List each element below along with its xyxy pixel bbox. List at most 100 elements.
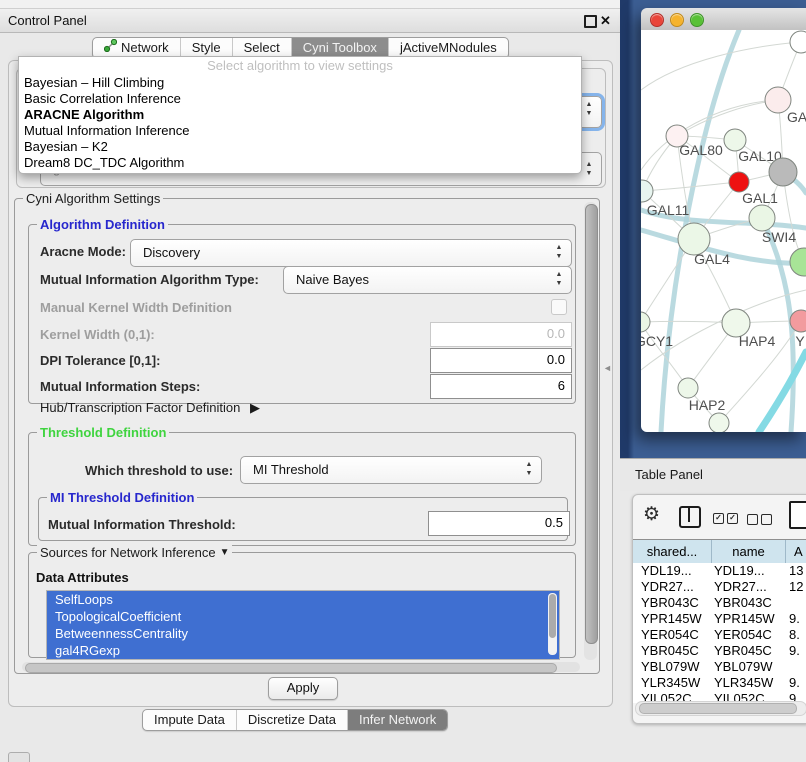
minimize-traffic-light-icon[interactable]: [670, 13, 684, 27]
tab-network[interactable]: Network: [93, 38, 180, 58]
stepper-icon[interactable]: ▲▼: [583, 100, 595, 118]
aracne-mode-combo[interactable]: Discovery ▲▼: [130, 239, 572, 267]
dpi-tolerance-label: DPI Tolerance [0,1]:: [40, 353, 160, 368]
table-row[interactable]: YPR145WYPR145W9.: [633, 611, 806, 627]
attribute-list-item[interactable]: TopologicalCoefficient: [47, 608, 559, 625]
column-header-clipped[interactable]: A: [786, 540, 806, 563]
dpi-tolerance-field[interactable]: 0.0: [430, 348, 572, 373]
tab-jactivemnodules[interactable]: jActiveMNodules: [388, 38, 508, 58]
zoom-traffic-light-icon[interactable]: [690, 13, 704, 27]
tab-select[interactable]: Select: [232, 38, 291, 58]
network-window-titlebar[interactable]: [641, 8, 806, 31]
network-node[interactable]: [790, 31, 806, 53]
network-view-window[interactable]: GALGAL80GAL10GAL1GAL11SWI4GAL4GCY1HAP4YH…: [641, 8, 806, 432]
algorithm-option[interactable]: Basic Correlation Inference: [19, 91, 581, 107]
stepper-icon[interactable]: ▲▼: [553, 243, 565, 261]
node-label: GAL1: [742, 190, 778, 206]
attribute-list-item[interactable]: SelfLoops: [47, 591, 559, 608]
network-canvas-svg: GALGAL80GAL10GAL1GAL11SWI4GAL4GCY1HAP4YH…: [641, 30, 806, 432]
table-cell: 9.: [784, 675, 806, 691]
settings-horizontal-thumb[interactable]: [25, 663, 557, 673]
network-node[interactable]: [749, 205, 775, 231]
table-cell: YLR345W: [633, 675, 711, 691]
apply-button[interactable]: Apply: [268, 677, 338, 700]
table-row[interactable]: YDR27...YDR27...12: [633, 579, 806, 595]
network-canvas[interactable]: GALGAL80GAL10GAL1GAL11SWI4GAL4GCY1HAP4YH…: [641, 30, 806, 432]
expanded-arrow-icon[interactable]: ▼: [220, 545, 230, 560]
node-table: shared... name A: [633, 539, 806, 564]
tab-infer-network[interactable]: Infer Network: [347, 710, 447, 730]
network-node[interactable]: [790, 248, 806, 276]
table-horizontal-thumb[interactable]: [639, 703, 797, 714]
table-panel-titlebar: Table Panel: [620, 458, 806, 491]
stepper-icon[interactable]: ▲▼: [553, 270, 565, 288]
close-traffic-light-icon[interactable]: [650, 13, 664, 27]
node-label: HAP4: [739, 333, 776, 349]
table-cell: YER054C: [633, 627, 711, 643]
column-header-shared-name[interactable]: shared...: [633, 540, 712, 563]
algorithm-option[interactable]: Mutual Information Inference: [19, 123, 581, 139]
mi-type-label: Mutual Information Algorithm Type:: [40, 272, 259, 287]
collapsed-arrow-icon[interactable]: ▶: [250, 400, 260, 415]
algorithm-option[interactable]: Bayesian – Hill Climbing: [19, 75, 581, 91]
deselect-all-box-icon[interactable]: [761, 514, 772, 525]
table-row[interactable]: YLR345WYLR345W9.: [633, 675, 806, 691]
column-header-name[interactable]: name: [712, 540, 786, 563]
manual-kernel-checkbox[interactable]: [551, 299, 567, 315]
document-icon[interactable]: [789, 501, 806, 529]
mi-type-combo[interactable]: Naive Bayes ▲▼: [283, 266, 572, 294]
settings-horizontal-scrollbar[interactable]: [22, 662, 580, 672]
attribute-list-item[interactable]: gal4RGexp: [47, 642, 559, 659]
columns-icon[interactable]: [679, 506, 701, 528]
gear-icon[interactable]: ⚙: [643, 503, 660, 526]
tab-label: Impute Data: [154, 710, 225, 730]
stepper-icon[interactable]: ▲▼: [523, 460, 535, 478]
close-icon[interactable]: ✕: [600, 9, 611, 32]
network-node[interactable]: [729, 172, 749, 192]
tab-discretize-data[interactable]: Discretize Data: [236, 710, 347, 730]
settings-scrollbar-thumb[interactable]: [585, 204, 598, 644]
panel-divider-grip[interactable]: ◄: [603, 363, 612, 373]
table-cell: YPR145W: [633, 611, 711, 627]
algorithm-option[interactable]: Dream8 DC_TDC Algorithm: [19, 155, 581, 171]
network-edge[interactable]: [677, 100, 778, 136]
table-row[interactable]: YBR045CYBR045C9.: [633, 643, 806, 659]
mi-threshold-field[interactable]: 0.5: [428, 511, 570, 536]
network-node[interactable]: [709, 413, 729, 432]
tab-cyni-toolbox[interactable]: Cyni Toolbox: [291, 38, 388, 58]
hub-definition-row[interactable]: Hub/Transcription Factor Definition ▶: [40, 400, 260, 416]
threshold-definition-title: Threshold Definition: [37, 425, 169, 440]
attributes-scrollbar-thumb[interactable]: [549, 594, 556, 638]
tab-label: Style: [192, 38, 221, 58]
kernel-width-field[interactable]: 0.0: [430, 322, 572, 347]
attribute-list-item[interactable]: BetweennessCentrality: [47, 625, 559, 642]
table-row[interactable]: YER054CYER054C8.: [633, 627, 806, 643]
node-label: Y: [795, 333, 805, 349]
deselect-all-box-icon[interactable]: [747, 514, 758, 525]
tab-label: Infer Network: [359, 710, 436, 730]
network-node[interactable]: [769, 158, 797, 186]
mi-steps-field[interactable]: 6: [430, 374, 572, 399]
network-node[interactable]: [641, 312, 650, 332]
table-row[interactable]: YBR043CYBR043C: [633, 595, 806, 611]
network-node[interactable]: [678, 378, 698, 398]
tab-style[interactable]: Style: [180, 38, 232, 58]
algorithm-option[interactable]: Bayesian – K2: [19, 139, 581, 155]
stepper-icon[interactable]: ▲▼: [583, 160, 595, 178]
table-cell: [784, 595, 806, 611]
table-row[interactable]: YDL19...YDL19...13: [633, 563, 806, 579]
mi-steps-label: Mutual Information Steps:: [40, 379, 200, 394]
minimized-panel-icon[interactable]: [8, 752, 30, 762]
select-all-check-icon[interactable]: ✓: [727, 513, 738, 524]
select-all-check-icon[interactable]: ✓: [713, 513, 724, 524]
settings-scrollbar[interactable]: [584, 202, 597, 660]
tab-impute-data[interactable]: Impute Data: [143, 710, 236, 730]
data-attributes-list[interactable]: SelfLoopsTopologicalCoefficientBetweenne…: [46, 590, 560, 660]
which-threshold-combo[interactable]: MI Threshold ▲▼: [240, 456, 542, 484]
table-horizontal-scrollbar[interactable]: [635, 701, 806, 716]
float-window-icon[interactable]: [584, 15, 597, 28]
table-row[interactable]: YBL079WYBL079W: [633, 659, 806, 675]
network-edge[interactable]: [759, 352, 806, 432]
algorithm-option[interactable]: ARACNE Algorithm: [19, 107, 581, 123]
attributes-scrollbar[interactable]: [548, 593, 557, 655]
